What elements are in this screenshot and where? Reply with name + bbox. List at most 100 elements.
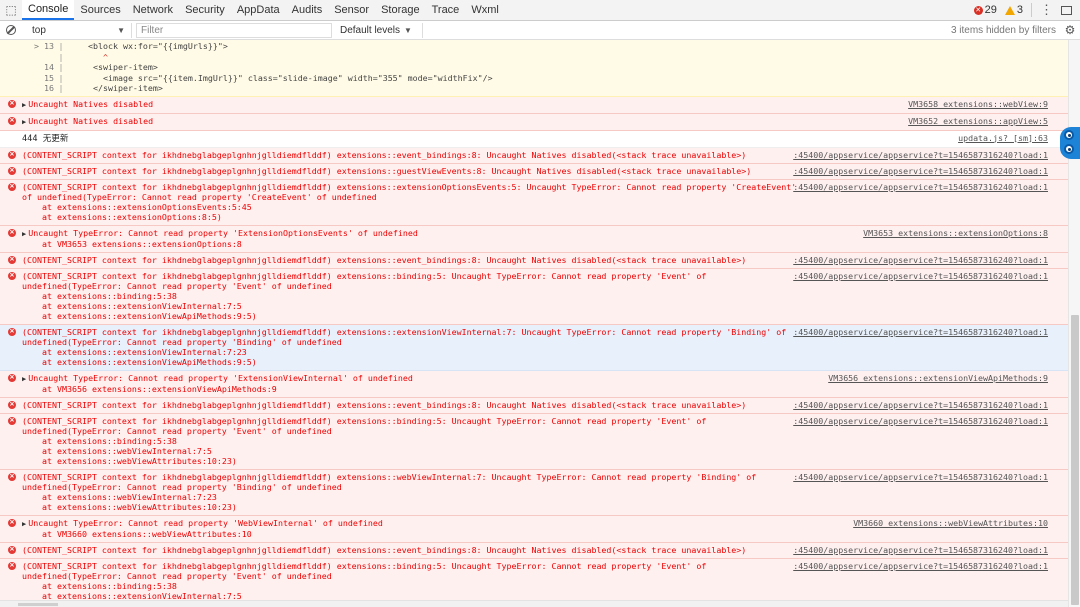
error-message[interactable]: ✕ (CONTENT_SCRIPT context for ikhdnebglab…	[0, 179, 1068, 226]
message-text: Uncaught Natives disabled	[28, 115, 154, 126]
expand-arrow-icon[interactable]: ▶	[22, 118, 26, 126]
source-link[interactable]: :45400/appservice/appservice?t=154658731…	[793, 400, 1048, 410]
source-link[interactable]: VM3653 extensions::extensionOptions:8	[863, 228, 1048, 238]
source-link[interactable]: VM3656 extensions::extensionViewApiMetho…	[828, 373, 1048, 383]
error-message[interactable]: ✕ (CONTENT_SCRIPT context for ikhdnebglab…	[0, 469, 1068, 516]
source-link[interactable]: updata.js? [sm]:63	[958, 133, 1048, 143]
source-link[interactable]: VM3660 extensions::webViewAttributes:10	[853, 518, 1048, 528]
error-message[interactable]: ✕ (CONTENT_SCRIPT context for ikhdnebglab…	[0, 252, 1068, 269]
error-message[interactable]: ✕ (CONTENT_SCRIPT context for ikhdnebglab…	[0, 147, 1068, 164]
gear-icon[interactable]: ⚙	[1060, 23, 1080, 37]
code-line: 15 | <image src="{{item.ImgUrl}}" class="…	[20, 73, 1068, 84]
inspect-element-icon[interactable]: ⬚	[0, 0, 22, 20]
source-link[interactable]: :45400/appservice/appservice?t=154658731…	[793, 327, 1048, 337]
message-text: (CONTENT_SCRIPT context for ikhdnebglabg…	[22, 181, 797, 202]
message-line: 444 无更新	[22, 133, 1046, 144]
source-link[interactable]: :45400/appservice/appservice?t=154658731…	[793, 472, 1048, 482]
undock-icon[interactable]	[1061, 5, 1072, 15]
error-icon: ✕	[8, 518, 16, 527]
more-options-icon[interactable]: ⋮	[1040, 2, 1053, 18]
source-link[interactable]: VM3652 extensions::appView:5	[908, 116, 1048, 126]
tab-security[interactable]: Security	[179, 0, 231, 20]
vertical-scrollbar[interactable]	[1068, 40, 1080, 607]
error-message[interactable]: ✕ (CONTENT_SCRIPT context for ikhdnebglab…	[0, 268, 1068, 325]
source-link[interactable]: :45400/appservice/appservice?t=154658731…	[793, 150, 1048, 160]
stack-frame: at extensions::extensionOptions:8:5)	[42, 211, 222, 222]
filter-input[interactable]	[136, 22, 332, 38]
toolbar-right: ✕ 29 3 ⋮	[973, 0, 1080, 20]
toolbar-divider	[1031, 3, 1032, 17]
error-message[interactable]: ✕ ▶ Uncaught Natives disabled VM3658 extens…	[0, 96, 1068, 114]
error-icon: ✕	[8, 182, 16, 191]
source-link[interactable]: :45400/appservice/appservice?t=154658731…	[793, 561, 1048, 571]
devtools-tab-bar: ⬚ Console Sources Network Security AppData Au…	[0, 0, 1080, 21]
tab-wxml[interactable]: Wxml	[465, 0, 505, 20]
error-icon: ✕	[8, 228, 16, 237]
error-message[interactable]: ✕ ▶ Uncaught TypeError: Cannot read proper…	[0, 515, 1068, 543]
error-message[interactable]: ✕ ▶ Uncaught Natives disabled VM3652 extens…	[0, 113, 1068, 131]
tab-audits[interactable]: Audits	[286, 0, 329, 20]
expand-arrow-icon[interactable]: ▶	[22, 520, 26, 528]
message-text: Uncaught TypeError: Cannot read property…	[28, 227, 418, 238]
source-link[interactable]: :45400/appservice/appservice?t=154658731…	[793, 166, 1048, 176]
code-text: </swiper-item>	[68, 83, 163, 93]
source-link[interactable]: :45400/appservice/appservice?t=154658731…	[793, 545, 1048, 555]
context-value: top	[32, 24, 46, 36]
stack-frame: at extensions::webViewAttributes:10:23)	[42, 501, 237, 512]
stack-frame: at VM3656 extensions::extensionViewApiMe…	[42, 383, 277, 394]
source-link[interactable]: VM3658 extensions::webView:9	[908, 99, 1048, 109]
tab-sources[interactable]: Sources	[74, 0, 126, 20]
tab-network[interactable]: Network	[127, 0, 179, 20]
horizontal-scrollbar[interactable]	[0, 600, 1068, 607]
source-link[interactable]: :45400/appservice/appservice?t=154658731…	[793, 255, 1048, 265]
message-text: 444 无更新	[22, 133, 69, 144]
error-icon: ✕	[973, 5, 983, 15]
error-message[interactable]: ✕ (CONTENT_SCRIPT context for ikhdnebglab…	[0, 413, 1068, 470]
tab-appdata[interactable]: AppData	[231, 0, 286, 20]
scrollbar-thumb[interactable]	[1071, 315, 1079, 605]
expand-arrow-icon[interactable]: ▶	[22, 101, 26, 109]
line-number: 16	[44, 83, 54, 93]
source-link[interactable]: :45400/appservice/appservice?t=154658731…	[793, 182, 1048, 192]
tab-console[interactable]: Console	[22, 0, 75, 20]
message-text: (CONTENT_SCRIPT context for ikhdnebglabg…	[22, 471, 757, 492]
error-message[interactable]: ✕ (CONTENT_SCRIPT context for ikhdnebglab…	[0, 163, 1068, 180]
log-levels-dropdown[interactable]: Default levels ▼	[340, 22, 423, 38]
error-message[interactable]: ✕ ▶ Uncaught TypeError: Cannot read proper…	[0, 225, 1068, 253]
tab-sensor[interactable]: Sensor	[328, 0, 375, 20]
error-icon: ✕	[8, 99, 16, 108]
line-number: > 13	[34, 41, 54, 51]
stack-frame: at extensions::binding:5:38	[42, 435, 177, 446]
error-message[interactable]: ✕ (CONTENT_SCRIPT context for ikhdnebglab…	[0, 542, 1068, 559]
expand-arrow-icon[interactable]: ▶	[22, 375, 26, 383]
error-message[interactable]: ✕ ▶ Uncaught TypeError: Cannot read proper…	[0, 370, 1068, 398]
message-text: (CONTENT_SCRIPT context for ikhdnebglabg…	[22, 270, 707, 291]
error-count: 29	[984, 4, 997, 16]
line-number: 14	[44, 62, 54, 72]
chevron-down-icon: ▼	[117, 25, 125, 35]
tab-trace[interactable]: Trace	[426, 0, 466, 20]
panel-tabs: Console Sources Network Security AppData Audi…	[22, 0, 505, 20]
error-icon: ✕	[8, 255, 16, 264]
code-line: 14 | <swiper-item>	[20, 62, 1068, 73]
log-message[interactable]: 444 无更新 updata.js? [sm]:63	[0, 130, 1068, 148]
expand-arrow-icon[interactable]: ▶	[22, 230, 26, 238]
source-link[interactable]: :45400/appservice/appservice?t=154658731…	[793, 271, 1048, 281]
error-counter[interactable]: ✕ 29	[973, 4, 997, 16]
stack-frame: at extensions::webViewAttributes:10:23)	[42, 455, 237, 466]
floating-mascot-icon[interactable]	[1058, 127, 1080, 161]
line-number: 15	[44, 72, 54, 83]
error-message[interactable]: ✕ (CONTENT_SCRIPT context for ikhdnebglab…	[0, 324, 1068, 371]
code-line: > 13 | <block wx:for="{{imgUrls}}">	[20, 41, 1068, 52]
stack-frame: at extensions::binding:5:38	[42, 290, 177, 301]
error-message[interactable]: ✕ (CONTENT_SCRIPT context for ikhdnebglab…	[0, 397, 1068, 414]
warning-counter[interactable]: 3	[1004, 4, 1023, 16]
message-line: ▶ Uncaught Natives disabled	[22, 99, 1046, 110]
tab-storage[interactable]: Storage	[375, 0, 426, 20]
stack-frame: at extensions::webViewInternal:7:23	[42, 491, 217, 502]
context-selector[interactable]: top ▼	[22, 22, 132, 38]
message-text: Uncaught TypeError: Cannot read property…	[28, 517, 383, 528]
clear-console-icon[interactable]	[0, 25, 22, 35]
source-link[interactable]: :45400/appservice/appservice?t=154658731…	[793, 416, 1048, 426]
stack-frame: at extensions::extensionOptionsEvents:5:…	[42, 201, 252, 212]
